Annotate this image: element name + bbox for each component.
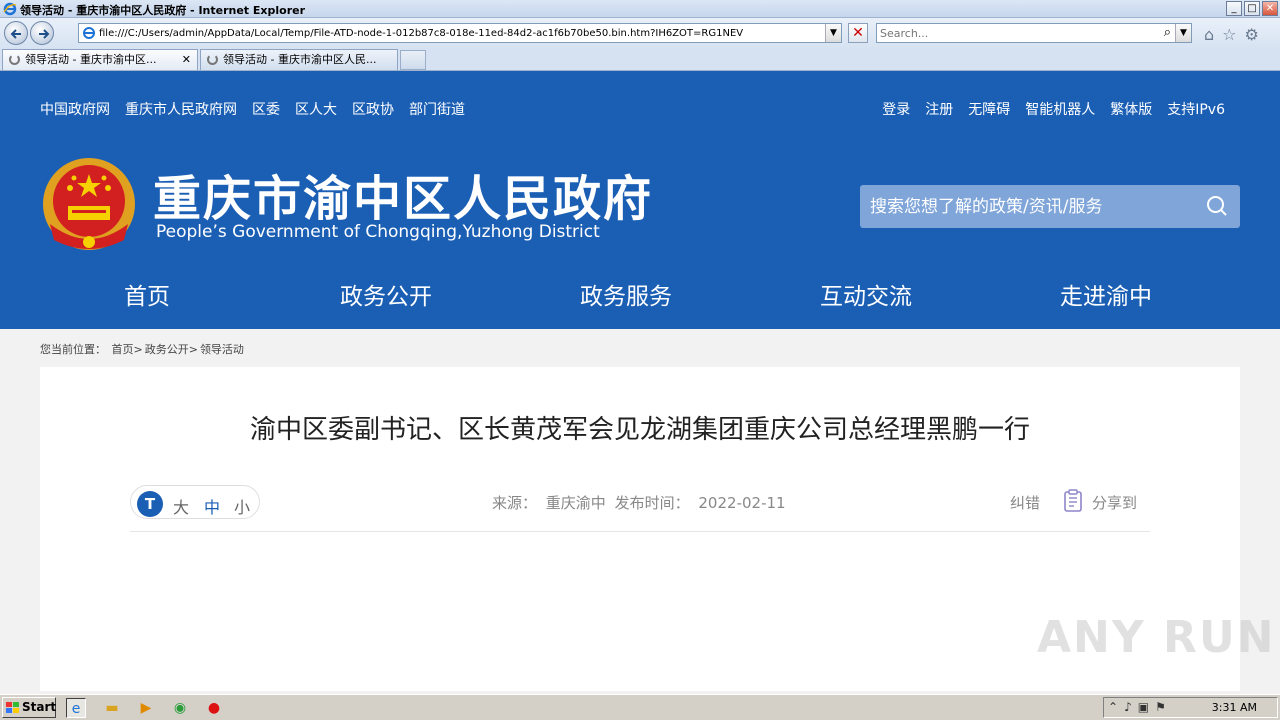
address-dropdown-button[interactable]: ▼: [825, 24, 841, 42]
anyrun-watermark-logo: ANY RUN: [1037, 612, 1276, 663]
stop-button[interactable]: ✕: [848, 23, 868, 43]
system-tray: ⌃ ♪ ▣ ⚑ 3:31 AM: [1103, 697, 1278, 718]
explorer-folder-icon[interactable]: ▬: [102, 698, 122, 718]
date-label: 发布时间：: [614, 494, 690, 512]
search-icon[interactable]: [1206, 195, 1228, 217]
network-icon[interactable]: ▣: [1138, 700, 1149, 714]
taskbar: Start e ▬ ▶ ◉ ● ⌃ ♪ ▣ ⚑ 3:31 AM: [0, 694, 1280, 720]
accessibility-link[interactable]: 无障碍: [968, 99, 1010, 119]
back-button[interactable]: [4, 21, 28, 45]
action-center-flag-icon[interactable]: ⚑: [1155, 700, 1166, 714]
source-label: 来源：: [492, 494, 538, 512]
breadcrumb-separator: >: [133, 343, 143, 356]
site-search-input[interactable]: [870, 195, 1190, 219]
top-link[interactable]: 区政协: [352, 99, 394, 119]
ie-taskbar-icon[interactable]: e: [66, 698, 86, 718]
top-link[interactable]: 区人大: [295, 99, 337, 119]
date-value: 2022-02-11: [698, 494, 786, 512]
windows-flag-icon: [6, 702, 19, 713]
nav-home[interactable]: 首页: [124, 277, 170, 311]
search-dropdown-button[interactable]: ▼: [1175, 24, 1191, 42]
tray-expand-icon[interactable]: ⌃: [1108, 700, 1118, 714]
site-header: 中国政府网 重庆市人民政府网 区委 区人大 区政协 部门街道 登录 注册 无障碍…: [0, 71, 1280, 329]
forward-button[interactable]: [30, 21, 54, 45]
register-link[interactable]: 注册: [925, 99, 953, 119]
share-link[interactable]: 分享到: [1092, 492, 1137, 513]
maximize-button[interactable]: □: [1244, 1, 1260, 16]
tab-label: 领导活动 - 重庆市渝中区人民...: [223, 53, 377, 66]
nav-interaction[interactable]: 互动交流: [820, 277, 912, 311]
start-label: Start: [22, 700, 57, 714]
top-link[interactable]: 中国政府网: [40, 99, 110, 119]
clock[interactable]: 3:31 AM: [1212, 701, 1257, 714]
font-small-button[interactable]: 小: [234, 494, 250, 518]
site-subtitle: People’s Government of Chongqing,Yuzhong…: [156, 222, 600, 242]
breadcrumb-prefix: 您当前位置：: [40, 343, 106, 356]
address-bar[interactable]: ▼: [78, 23, 842, 43]
font-medium-button[interactable]: 中: [204, 494, 220, 518]
stop-icon: ✕: [852, 25, 864, 41]
login-link[interactable]: 登录: [882, 99, 910, 119]
home-icon[interactable]: ⌂: [1204, 25, 1214, 44]
font-size-switcher: T 大 中 小: [130, 485, 260, 519]
traditional-chinese-link[interactable]: 繁体版: [1110, 99, 1152, 119]
back-arrow-icon: [10, 29, 21, 39]
close-tab-icon[interactable]: ✕: [182, 50, 191, 69]
browser-tab-2[interactable]: 领导活动 - 重庆市渝中区人民...: [200, 49, 398, 70]
favorites-star-icon[interactable]: ☆: [1222, 25, 1236, 44]
settings-gear-icon[interactable]: ⚙: [1245, 25, 1259, 44]
source-value: 重庆渝中: [545, 494, 606, 512]
loading-spinner-icon: [207, 54, 218, 65]
media-player-icon[interactable]: ▶: [136, 698, 156, 718]
main-nav: 首页 政务公开 政务服务 互动交流 走进渝中: [0, 277, 1280, 317]
search-icon[interactable]: ⌕: [1164, 25, 1171, 40]
breadcrumb-separator: >: [188, 343, 198, 356]
nav-gov-services[interactable]: 政务服务: [580, 277, 672, 311]
top-links: 中国政府网 重庆市人民政府网 区委 区人大 区政协 部门街道: [40, 99, 465, 119]
user-links: 登录 注册 无障碍 智能机器人 繁体版 支持IPv6: [882, 99, 1225, 119]
forward-arrow-icon: [39, 29, 50, 39]
tab-bar: 领导活动 - 重庆市渝中区... ✕ 领导活动 - 重庆市渝中区人民...: [0, 48, 1280, 71]
top-link[interactable]: 部门街道: [409, 99, 465, 119]
nav-about-yuzhong[interactable]: 走进渝中: [1060, 277, 1152, 311]
font-size-icon: T: [137, 491, 163, 517]
article-meta: 来源： 重庆渝中 发布时间： 2022-02-11: [492, 492, 790, 513]
breadcrumb-leader-activity[interactable]: 领导活动: [200, 343, 244, 356]
breadcrumb-home[interactable]: 首页: [112, 343, 134, 356]
browser-search-box[interactable]: ⌕ ▼: [876, 23, 1192, 43]
breadcrumb-gov-affairs[interactable]: 政务公开: [145, 343, 189, 356]
share-icon[interactable]: [1060, 488, 1086, 514]
new-tab-button[interactable]: [400, 50, 426, 70]
opera-icon[interactable]: ●: [204, 698, 224, 718]
national-emblem-logo: [43, 158, 135, 250]
top-link[interactable]: 区委: [252, 99, 280, 119]
site-search-box[interactable]: [860, 185, 1240, 228]
top-link[interactable]: 重庆市人民政府网: [125, 99, 237, 119]
page-favicon-icon: [83, 27, 95, 39]
ipv6-link[interactable]: 支持IPv6: [1167, 99, 1225, 119]
close-window-button[interactable]: ✕: [1262, 1, 1278, 16]
address-toolbar: ▼ ✕ ⌕ ▼ ⌂ ☆ ⚙: [0, 18, 1280, 48]
loading-spinner-icon: [9, 54, 20, 65]
browser-search-input[interactable]: [880, 25, 1150, 41]
ie-logo-icon: [3, 2, 17, 16]
site-title: 重庆市渝中区人民政府: [153, 171, 654, 227]
nav-gov-affairs[interactable]: 政务公开: [340, 277, 432, 311]
window-titlebar: 领导活动 - 重庆市渝中区人民政府 - Internet Explorer _ …: [0, 0, 1280, 18]
window-title: 领导活动 - 重庆市渝中区人民政府 - Internet Explorer: [20, 4, 306, 17]
browser-tab-1[interactable]: 领导活动 - 重庆市渝中区... ✕: [2, 49, 198, 70]
correction-link[interactable]: 纠错: [1010, 492, 1040, 513]
robot-link[interactable]: 智能机器人: [1025, 99, 1095, 119]
volume-icon[interactable]: ♪: [1124, 700, 1132, 714]
chrome-icon[interactable]: ◉: [170, 698, 190, 718]
address-input[interactable]: [99, 25, 819, 41]
start-button[interactable]: Start: [2, 697, 56, 718]
web-page: 中国政府网 重庆市人民政府网 区委 区人大 区政协 部门街道 登录 注册 无障碍…: [0, 71, 1280, 691]
article-toolbar: T 大 中 小 来源： 重庆渝中 发布时间： 2022-02-11 纠错 分享到: [130, 480, 1150, 532]
minimize-button[interactable]: _: [1226, 1, 1242, 16]
tab-label: 领导活动 - 重庆市渝中区...: [25, 53, 157, 66]
font-large-button[interactable]: 大: [173, 494, 189, 518]
article-title: 渝中区委副书记、区长黄茂军会见龙湖集团重庆公司总经理黑鹏一行: [249, 415, 1030, 445]
breadcrumb: 您当前位置： 首页> 政务公开> 领导活动: [40, 341, 244, 357]
